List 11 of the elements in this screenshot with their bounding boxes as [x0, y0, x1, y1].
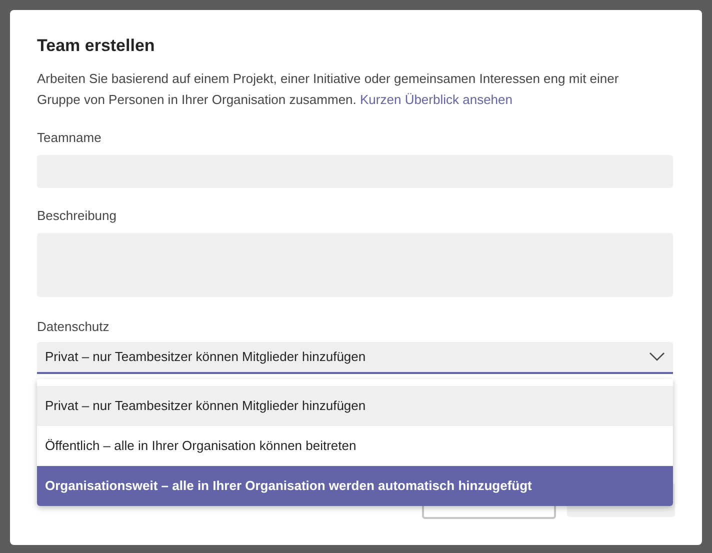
dialog-title: Team erstellen: [37, 35, 156, 57]
field-label: Teamname: [37, 129, 102, 147]
dialog-description: Arbeiten Sie basierend auf einem Projekt, einer Initiative oder gemeinsamen Interessen eng mit einer Gruppe von Personen in Ihrer Organisation zusammen. Kurzen Überblick ansehen: [37, 70, 620, 109]
field-label: Beschreibung: [37, 207, 118, 225]
dropdown-option[interactable]: Öffentlich – alle in Ihrer Organisation können beitreten: [37, 426, 673, 466]
privacy-dropdown[interactable]: Privat – nur Teambesitzer können Mitglieder hinzufügen: [37, 342, 673, 374]
field-label: Datenschutz: [37, 318, 110, 336]
chevron-down-icon: [649, 352, 665, 362]
dropdown-option[interactable]: Privat – nur Teambesitzer können Mitglieder hinzufügen: [37, 386, 673, 426]
overview-link[interactable]: Kurzen Überblick ansehen: [360, 92, 512, 107]
dropdown-option[interactable]: Organisationsweit – alle in Ihrer Organisation werden automatisch hinzugefügt: [37, 466, 673, 506]
